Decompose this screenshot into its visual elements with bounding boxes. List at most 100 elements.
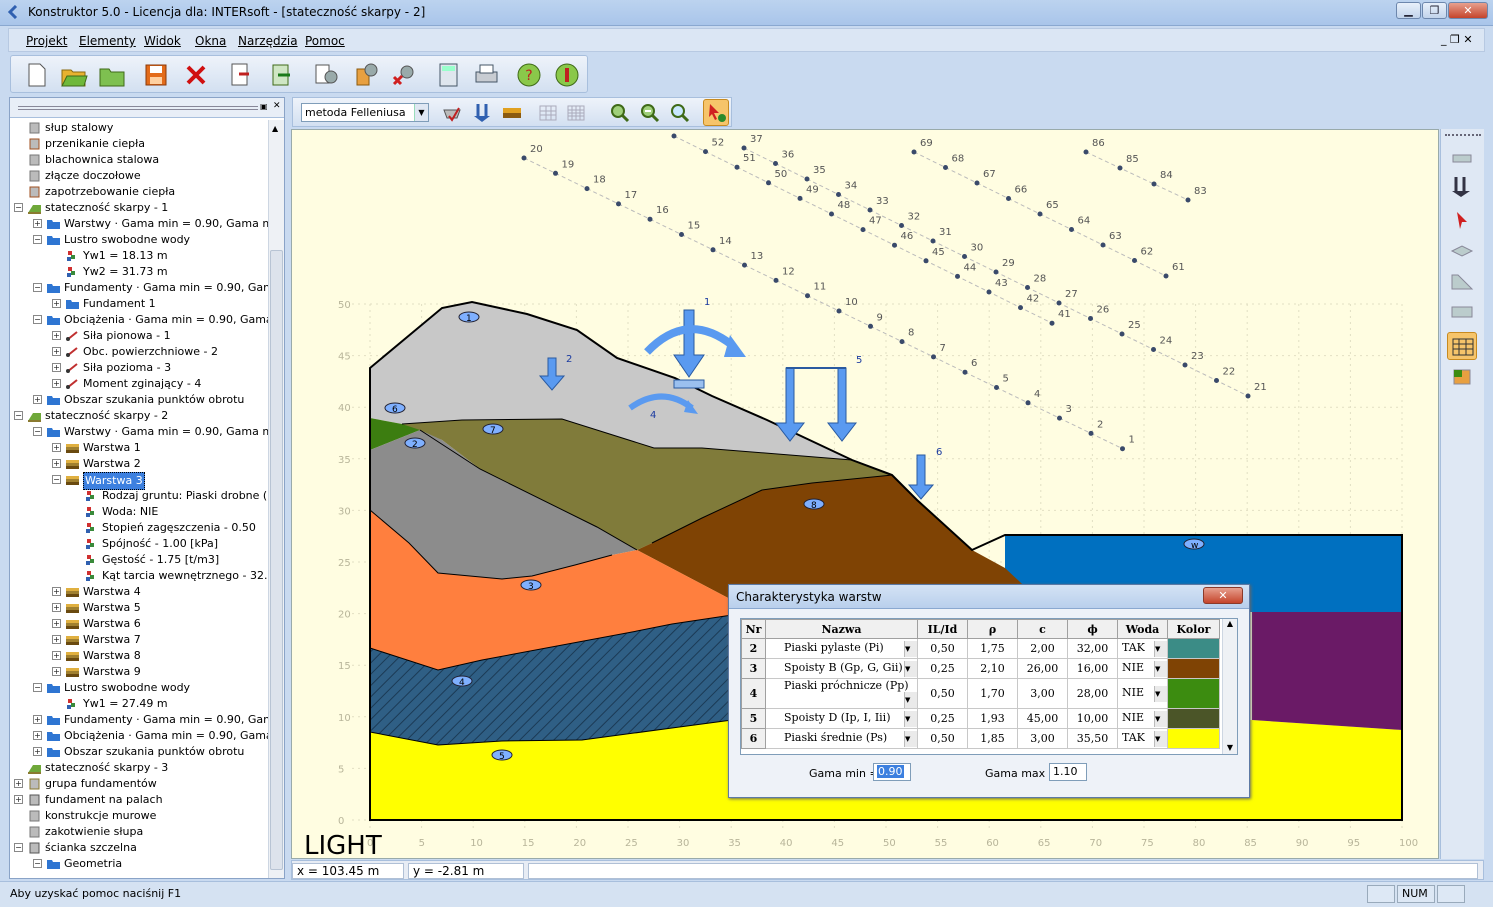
menu-narzedzia[interactable]: Narzędzia (238, 34, 298, 48)
delete-icon[interactable] (181, 60, 211, 90)
scroll-down-icon[interactable]: ▼ (1223, 743, 1237, 752)
scroll-up-icon[interactable]: ▲ (1223, 619, 1237, 628)
layers-icon[interactable] (1449, 239, 1475, 263)
rotation-point[interactable] (703, 149, 708, 155)
chevron-down-icon[interactable]: ▼ (1154, 660, 1167, 677)
grid1-icon[interactable] (537, 102, 559, 124)
rotation-point[interactable] (734, 164, 740, 170)
c-cell[interactable]: 2,00 (1017, 638, 1068, 659)
collapse-icon[interactable]: − (52, 475, 61, 484)
panel-pin-icon[interactable]: ▣ (260, 102, 270, 112)
print-icon[interactable] (471, 60, 501, 90)
rotation-point[interactable] (1182, 362, 1188, 368)
collapse-icon[interactable]: − (33, 315, 42, 324)
rotation-point[interactable] (986, 289, 992, 295)
expand-icon[interactable]: + (52, 331, 61, 340)
menu-elementy[interactable]: Elementy (79, 34, 136, 48)
rotation-point[interactable] (836, 308, 842, 314)
load-tool-icon[interactable] (441, 102, 463, 124)
kolor-cell[interactable] (1167, 728, 1220, 749)
il-cell[interactable]: 0,50 (917, 678, 968, 709)
nazwa-cell[interactable]: Piaski próchnicze (Pp) ▼ (765, 678, 918, 709)
nazwa-cell[interactable]: Spoisty B (Gp, G, Gii) ▼ (765, 658, 918, 679)
expand-icon[interactable]: + (52, 619, 61, 628)
kolor-cell[interactable] (1167, 678, 1220, 709)
expand-icon[interactable]: + (14, 795, 23, 804)
chevron-down-icon[interactable]: ▼ (904, 640, 917, 657)
rotation-point[interactable] (974, 180, 980, 186)
export-icon[interactable] (225, 60, 255, 90)
phi-cell[interactable]: 32,00 (1067, 638, 1118, 659)
table-row[interactable]: 4 Piaski próchnicze (Pp) ▼ 0,50 1,70 3,00 28,0… (741, 678, 1220, 709)
rotation-point[interactable] (1006, 196, 1011, 201)
c-cell[interactable]: 45,00 (1017, 708, 1068, 729)
col-nazwa[interactable]: Nazwa (765, 619, 918, 639)
phi-cell[interactable]: 28,00 (1067, 678, 1118, 709)
expand-icon[interactable]: + (52, 587, 61, 596)
scroll-thumb[interactable] (270, 250, 283, 870)
toolbar-grip[interactable] (1445, 134, 1481, 136)
rotation-point[interactable] (930, 238, 936, 244)
rotation-point[interactable] (1100, 242, 1106, 248)
col-rho[interactable]: ρ (967, 619, 1018, 639)
collapse-icon[interactable]: − (33, 427, 42, 436)
expand-icon[interactable]: + (52, 443, 61, 452)
expand-icon[interactable]: + (52, 347, 61, 356)
collapse-icon[interactable]: − (33, 683, 42, 692)
rotation-point[interactable] (1151, 347, 1156, 352)
rho-cell[interactable]: 2,10 (967, 658, 1018, 679)
pointer-icon[interactable] (1449, 209, 1475, 233)
rho-cell[interactable]: 1,70 (967, 678, 1018, 709)
phi-cell[interactable]: 35,50 (1067, 728, 1118, 749)
rotation-point[interactable] (836, 192, 841, 197)
chevron-down-icon[interactable]: ▼ (414, 104, 428, 121)
arrows-tool-icon[interactable] (471, 102, 493, 124)
rotation-point[interactable] (671, 133, 677, 139)
collapse-icon[interactable]: − (33, 859, 42, 868)
new-icon[interactable] (21, 60, 51, 90)
settings-icon[interactable] (311, 60, 341, 90)
kolor-cell[interactable] (1167, 708, 1220, 729)
rotation-point[interactable] (1037, 211, 1043, 217)
tree-scrollbar[interactable]: ▲ (268, 120, 284, 878)
scroll-up-icon[interactable]: ▲ (272, 124, 278, 133)
table-row[interactable]: 6 Piaski średnie (Ps) ▼ 0,50 1,85 3,00 35,50 TA… (741, 728, 1220, 749)
rotation-point[interactable] (1117, 165, 1123, 171)
rotation-point[interactable] (1069, 227, 1074, 232)
rotation-point[interactable] (773, 277, 779, 283)
chevron-down-icon[interactable]: ▼ (1154, 685, 1167, 702)
kolor-cell[interactable] (1167, 658, 1220, 679)
zoom-in-icon[interactable] (609, 102, 631, 124)
move-icon[interactable] (1449, 147, 1475, 171)
col-c[interactable]: c (1017, 619, 1068, 639)
expand-icon[interactable]: + (52, 635, 61, 644)
c-cell[interactable]: 3,00 (1017, 728, 1068, 749)
menu-widok[interactable]: Widok (144, 34, 181, 48)
rotation-point[interactable] (829, 211, 834, 217)
rotation-point[interactable] (911, 149, 917, 155)
rho-cell[interactable]: 1,75 (967, 638, 1018, 659)
phi-cell[interactable]: 16,00 (1067, 658, 1118, 679)
expand-icon[interactable]: + (52, 603, 61, 612)
col-phi[interactable]: ϕ (1067, 619, 1118, 639)
open-icon[interactable] (59, 60, 89, 90)
rotation-point[interactable] (1083, 149, 1089, 155)
minimize-button[interactable]: ▁ (1396, 2, 1421, 19)
save-icon[interactable] (141, 60, 171, 90)
rotation-point[interactable] (1163, 273, 1169, 279)
layer-tool-icon[interactable] (501, 102, 523, 124)
chevron-down-icon[interactable]: ▼ (904, 710, 917, 727)
c-cell[interactable]: 26,00 (1017, 658, 1068, 679)
panel-grip[interactable] (18, 106, 258, 110)
panel-close-icon[interactable]: ✕ (273, 101, 283, 111)
calculator-icon[interactable] (433, 60, 463, 90)
col-nr[interactable]: Nr (741, 619, 766, 639)
phi-cell[interactable]: 10,00 (1067, 708, 1118, 729)
rotation-point[interactable] (766, 180, 771, 186)
il-cell[interactable]: 0,50 (917, 638, 968, 659)
rotation-point[interactable] (1025, 285, 1030, 290)
texture-icon[interactable] (1449, 365, 1475, 389)
chevron-down-icon[interactable]: ▼ (1154, 730, 1167, 747)
rotation-point[interactable] (584, 186, 590, 192)
nazwa-cell[interactable]: Piaski średnie (Ps) ▼ (765, 728, 918, 749)
